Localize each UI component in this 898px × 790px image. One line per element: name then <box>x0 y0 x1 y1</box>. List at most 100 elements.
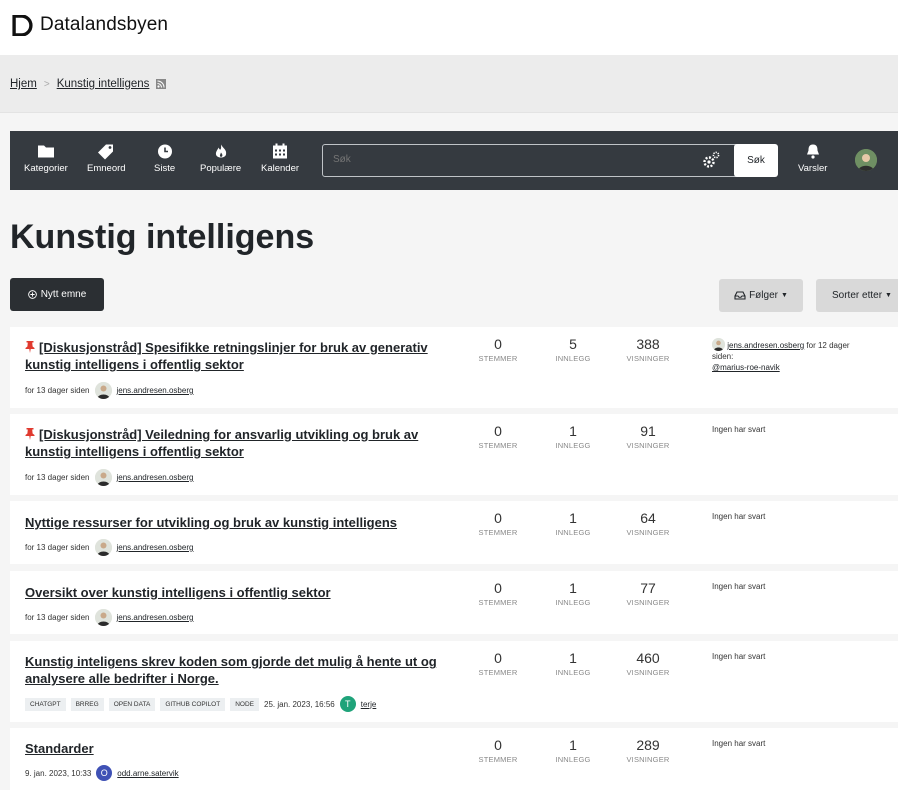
author-avatar[interactable] <box>94 609 112 626</box>
sort-dropdown-button[interactable]: Sorter etter ▼ <box>816 279 898 312</box>
topic-meta: for 13 dager siden jens.andresen.osberg <box>25 469 193 486</box>
tag-chip[interactable]: GITHUB COPILOT <box>160 697 226 711</box>
tag-chip[interactable]: OPEN DATA <box>108 697 156 711</box>
nav-recent[interactable]: Siste <box>154 143 175 174</box>
author-avatar[interactable]: O <box>96 765 113 781</box>
topic-title-line1: Kunstig inteligens skrev koden som gjord… <box>25 654 437 669</box>
topic-meta: for 13 dager siden jens.andresen.osberg <box>25 539 193 556</box>
author-avatar[interactable] <box>94 469 112 486</box>
search-box <box>322 144 746 177</box>
breadcrumb-separator: > <box>43 78 50 90</box>
nav-tags[interactable]: Emneord <box>87 143 126 174</box>
topic-meta: for 13 dager siden jens.andresen.osberg <box>25 382 193 399</box>
nav-recent-label: Siste <box>154 163 176 174</box>
tag-chip[interactable]: CHATGPT <box>25 697 66 711</box>
nav-calendar[interactable]: Kalender <box>261 143 299 174</box>
last-reply: jens.andresen.osberg for 12 dager siden:… <box>712 338 890 373</box>
topic-title[interactable]: Oversikt over kunstig intelligens i offe… <box>25 584 445 601</box>
author-link[interactable]: terje <box>361 700 377 709</box>
topic-title[interactable]: [Diskusjonstråd] Spesifikke retningslinj… <box>25 339 445 373</box>
user-avatar-icon <box>855 149 877 171</box>
last-reply: Ingen har svart <box>712 512 766 521</box>
topic-time: 9. jan. 2023, 10:33 <box>25 768 92 778</box>
author-avatar[interactable]: T <box>339 696 356 712</box>
topic-time: for 13 dager siden <box>25 613 90 622</box>
views-label: VISNINGER <box>626 598 670 607</box>
nav-categories[interactable]: Kategorier <box>24 143 68 174</box>
search-button[interactable]: Søk <box>734 144 778 177</box>
author-link[interactable]: jens.andresen.osberg <box>117 386 194 395</box>
search-settings-gear-icon[interactable] <box>702 151 720 169</box>
votes-count: 0 <box>494 423 502 439</box>
topic-time: 25. jan. 2023, 16:56 <box>264 699 335 709</box>
posts-count: 1 <box>569 650 577 666</box>
posts-count: 1 <box>569 580 577 596</box>
new-topic-label: Nytt emne <box>40 289 87 300</box>
topic-time: for 13 dager siden <box>25 473 90 482</box>
last-reply-user-link[interactable]: jens.andresen.osberg <box>727 341 804 350</box>
topic-title-line2: analysere alle bedrifter i Norge. <box>25 671 219 686</box>
nav-categories-label: Kategorier <box>24 163 68 174</box>
topic-row: [Diskusjonstråd] Veiledning for ansvarli… <box>10 414 898 495</box>
pin-icon <box>25 428 35 440</box>
rss-icon[interactable] <box>156 79 167 89</box>
author-avatar[interactable] <box>94 382 112 399</box>
last-reply-mention-link[interactable]: @marius-roe-navik <box>712 363 780 372</box>
search-input[interactable] <box>333 154 693 165</box>
posts-stat: 1 INNLEGG <box>538 423 608 450</box>
last-reply-time-suffix: siden: <box>712 352 734 361</box>
datalandsbyen-logo-icon <box>12 14 33 36</box>
posts-stat: 1 INNLEGG <box>538 650 608 677</box>
follow-label: Følger <box>749 290 778 301</box>
last-reply: Ingen har svart <box>712 652 766 661</box>
author-link[interactable]: odd.arne.satervik <box>117 769 178 778</box>
topic-title[interactable]: Nyttige ressurser for utvikling og bruk … <box>25 514 445 531</box>
folder-icon <box>37 145 54 158</box>
breadcrumb-bar: Hjem > Kunstig intelligens <box>0 55 898 113</box>
breadcrumb-home-link[interactable]: Hjem <box>10 78 37 90</box>
posts-label: INNLEGG <box>555 354 591 363</box>
new-topic-button[interactable]: Nytt emne <box>10 278 104 311</box>
tag-chip[interactable]: BRREG <box>70 697 104 711</box>
topic-time: for 13 dager siden <box>25 543 90 552</box>
votes-stat: 0 STEMMER <box>463 336 533 363</box>
votes-count: 0 <box>494 650 502 666</box>
last-reply-avatar[interactable] <box>712 338 725 351</box>
tag-chip[interactable]: NODE <box>230 697 259 711</box>
page-title: Kunstig intelligens <box>10 218 315 256</box>
brand-logo[interactable]: Datalandsbyen <box>12 14 168 36</box>
user-avatar[interactable] <box>855 149 877 171</box>
posts-label: INNLEGG <box>555 441 591 450</box>
author-link[interactable]: jens.andresen.osberg <box>117 543 194 552</box>
topic-title-line2: kunstig intelligens i offentlig sektor <box>25 444 244 459</box>
votes-count: 0 <box>494 510 502 526</box>
topic-title[interactable]: Standarder <box>25 740 445 757</box>
breadcrumb-current-link[interactable]: Kunstig intelligens <box>57 78 150 90</box>
nav-calendar-label: Kalender <box>261 163 300 174</box>
votes-stat: 0 STEMMER <box>463 580 533 607</box>
author-avatar[interactable] <box>94 539 112 556</box>
votes-count: 0 <box>494 737 502 753</box>
topic-row: Nyttige ressurser for utvikling og bruk … <box>10 501 898 564</box>
author-link[interactable]: jens.andresen.osberg <box>117 613 194 622</box>
nav-popular[interactable]: Populære <box>200 143 241 174</box>
topic-row: [Diskusjonstråd] Spesifikke retningslinj… <box>10 327 898 408</box>
topic-title[interactable]: [Diskusjonstråd] Veiledning for ansvarli… <box>25 426 445 460</box>
fire-icon <box>215 144 226 158</box>
last-reply: Ingen har svart <box>712 582 766 591</box>
votes-label: STEMMER <box>478 354 518 363</box>
posts-count: 5 <box>569 336 577 352</box>
nav-notifications[interactable]: Varsler <box>798 143 827 174</box>
views-stat: 460 VISNINGER <box>613 650 683 677</box>
topic-time: for 13 dager siden <box>25 386 90 395</box>
views-count: 460 <box>636 650 660 666</box>
author-link[interactable]: jens.andresen.osberg <box>117 473 194 482</box>
author-avatar-icon <box>94 469 112 486</box>
topic-meta: for 13 dager siden jens.andresen.osberg <box>25 609 193 626</box>
views-count: 388 <box>636 336 660 352</box>
votes-label: STEMMER <box>478 528 518 537</box>
topic-title[interactable]: Kunstig inteligens skrev koden som gjord… <box>25 653 445 687</box>
views-count: 64 <box>640 510 656 526</box>
last-reply: Ingen har svart <box>712 425 766 434</box>
follow-dropdown-button[interactable]: Følger ▼ <box>719 279 803 312</box>
